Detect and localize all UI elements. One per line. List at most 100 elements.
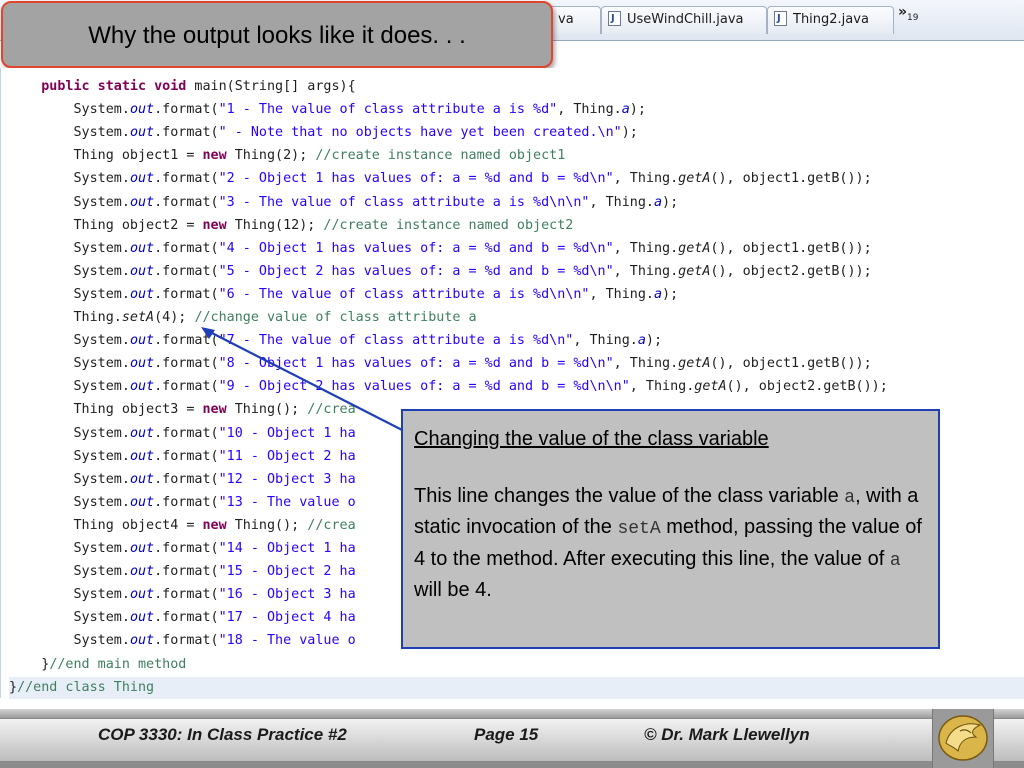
- code-token: Thing object3 =: [9, 402, 203, 418]
- code-line[interactable]: Thing.setA(4); //change value of class a…: [9, 307, 477, 329]
- code-token: "18 - The value o: [218, 633, 356, 649]
- code-token: out: [129, 102, 155, 118]
- code-token: (4);: [154, 310, 195, 325]
- code-token: );: [645, 333, 663, 349]
- code-token: "11 - Object 2 ha: [218, 448, 356, 464]
- code-token: //create instance named object1: [315, 148, 566, 164]
- code-token: , Thing.: [613, 171, 679, 187]
- code-token: .format(: [154, 379, 219, 395]
- overflow-count: 19: [907, 12, 919, 23]
- code-token: "7 - The value of class attribute a is %…: [218, 333, 574, 349]
- code-token: out: [129, 356, 155, 372]
- code-token: new: [202, 217, 227, 233]
- code-token: "16 - Object 3 ha: [218, 587, 356, 603]
- code-token: System.: [9, 587, 130, 603]
- footer-course: COP 3330: In Class Practice #2: [98, 725, 347, 744]
- code-line[interactable]: System.out.format("5 - Object 2 has valu…: [9, 261, 872, 283]
- code-token: out: [129, 333, 155, 349]
- code-line[interactable]: System.out.format("9 - Object 2 has valu…: [9, 376, 887, 398]
- code-token: .format(: [154, 102, 219, 118]
- code-line[interactable]: }//end main method: [9, 654, 186, 676]
- university-logo: [932, 709, 994, 768]
- code-line[interactable]: }//end class Thing: [9, 676, 1024, 699]
- code-token: (), object1.getB());: [710, 240, 872, 256]
- code-token: out: [129, 425, 155, 441]
- code-token: Thing object1 =: [9, 148, 203, 164]
- code-token: //change value of class attribute a: [194, 310, 477, 325]
- code-line[interactable]: System.out.format("1 - The value of clas…: [9, 99, 645, 121]
- code-token: "6 - The value of class attribute a is %…: [218, 286, 590, 302]
- code-token: out: [129, 564, 155, 580]
- code-line[interactable]: System.out.format("2 - Object 1 has valu…: [9, 168, 872, 190]
- code-token: //crea: [307, 517, 356, 533]
- footer-band-bottom: [0, 762, 1024, 768]
- tab-label: Thing2.java: [793, 12, 869, 27]
- code-token: a: [653, 194, 663, 210]
- code-token: System.: [9, 425, 130, 441]
- annotation-code-seta: setA: [617, 519, 661, 539]
- code-token: System.: [9, 125, 130, 141]
- code-token: (), object1.getB());: [710, 171, 872, 187]
- code-token: out: [129, 610, 155, 626]
- code-token: .format(: [154, 171, 219, 187]
- code-token: .format(: [154, 610, 219, 626]
- code-line[interactable]: Thing object2 = new Thing(12); //create …: [9, 215, 573, 237]
- tab-overflow-button[interactable]: »19: [898, 4, 919, 23]
- code-line[interactable]: System.out.format("3 - The value of clas…: [9, 192, 678, 214]
- code-line[interactable]: System.out.format("7 - The value of clas…: [9, 330, 662, 352]
- code-token: "12 - Object 3 ha: [218, 471, 356, 487]
- code-token: , Thing.: [557, 102, 622, 118]
- code-line[interactable]: System.out.format("6 - The value of clas…: [9, 284, 678, 306]
- code-token: .format(: [154, 286, 219, 302]
- code-token: .format(: [154, 541, 219, 556]
- code-token: System.: [9, 471, 130, 487]
- code-token: Thing object2 =: [9, 217, 203, 233]
- code-token: System.: [9, 240, 130, 256]
- annotation-code-a-2: a: [889, 550, 901, 571]
- code-line[interactable]: System.out.format("13 - The value o: [9, 492, 356, 514]
- code-line[interactable]: System.out.format("18 - The value o: [9, 630, 356, 652]
- code-token: .format(: [154, 494, 219, 510]
- tab-usewindchill[interactable]: UseWindChill.java: [601, 6, 767, 34]
- code-token: out: [129, 379, 155, 395]
- code-token: Thing.: [9, 310, 122, 325]
- code-token: "4 - Object 1 has values of: a = %d and …: [218, 240, 614, 256]
- code-line[interactable]: System.out.format(" - Note that no objec…: [9, 122, 637, 144]
- code-token: System.: [9, 494, 130, 510]
- code-line[interactable]: Thing object3 = new Thing(); //crea: [9, 399, 355, 421]
- code-token: getA: [678, 356, 711, 372]
- footer-band-top: [0, 709, 1024, 718]
- code-token: (), object2.getB());: [710, 263, 872, 279]
- code-token: out: [129, 125, 155, 141]
- code-line[interactable]: public static void main(String[] args){: [9, 76, 355, 98]
- code-token: , Thing.: [589, 194, 654, 210]
- code-token: out: [129, 448, 155, 464]
- code-token: System.: [9, 633, 130, 649]
- code-token: //create instance named object2: [323, 217, 574, 233]
- code-token: Thing();: [226, 517, 308, 533]
- code-line[interactable]: System.out.format("8 - Object 1 has valu…: [9, 353, 872, 375]
- java-file-icon: [774, 7, 787, 32]
- code-token: "5 - Object 2 has values of: a = %d and …: [218, 263, 614, 279]
- code-token: System.: [9, 610, 130, 626]
- code-token: "13 - The value o: [218, 494, 356, 510]
- code-token: Thing();: [226, 402, 308, 418]
- code-line[interactable]: Thing object1 = new Thing(2); //create i…: [9, 145, 565, 167]
- annotation-text-1: This line changes the value of the class…: [414, 484, 845, 507]
- code-token: System.: [9, 541, 130, 556]
- code-token: .format(: [154, 194, 219, 210]
- code-line[interactable]: Thing object4 = new Thing(); //crea: [9, 515, 356, 537]
- code-line[interactable]: System.out.format("4 - Object 1 has valu…: [9, 238, 872, 260]
- code-token: (), object1.getB());: [710, 356, 872, 372]
- pegasus-logo-icon: [938, 715, 988, 761]
- tab-thing2[interactable]: Thing2.java: [767, 6, 894, 34]
- code-token: );: [662, 194, 679, 210]
- code-token: out: [129, 471, 155, 487]
- code-token: a: [621, 102, 630, 118]
- code-token: new: [202, 517, 227, 533]
- code-token: System.: [9, 263, 130, 279]
- code-token: .format(: [154, 425, 219, 441]
- code-token: "8 - Object 1 has values of: a = %d and …: [218, 356, 614, 372]
- code-token: , Thing.: [573, 333, 638, 349]
- code-token: "3 - The value of class attribute a is %…: [218, 194, 590, 210]
